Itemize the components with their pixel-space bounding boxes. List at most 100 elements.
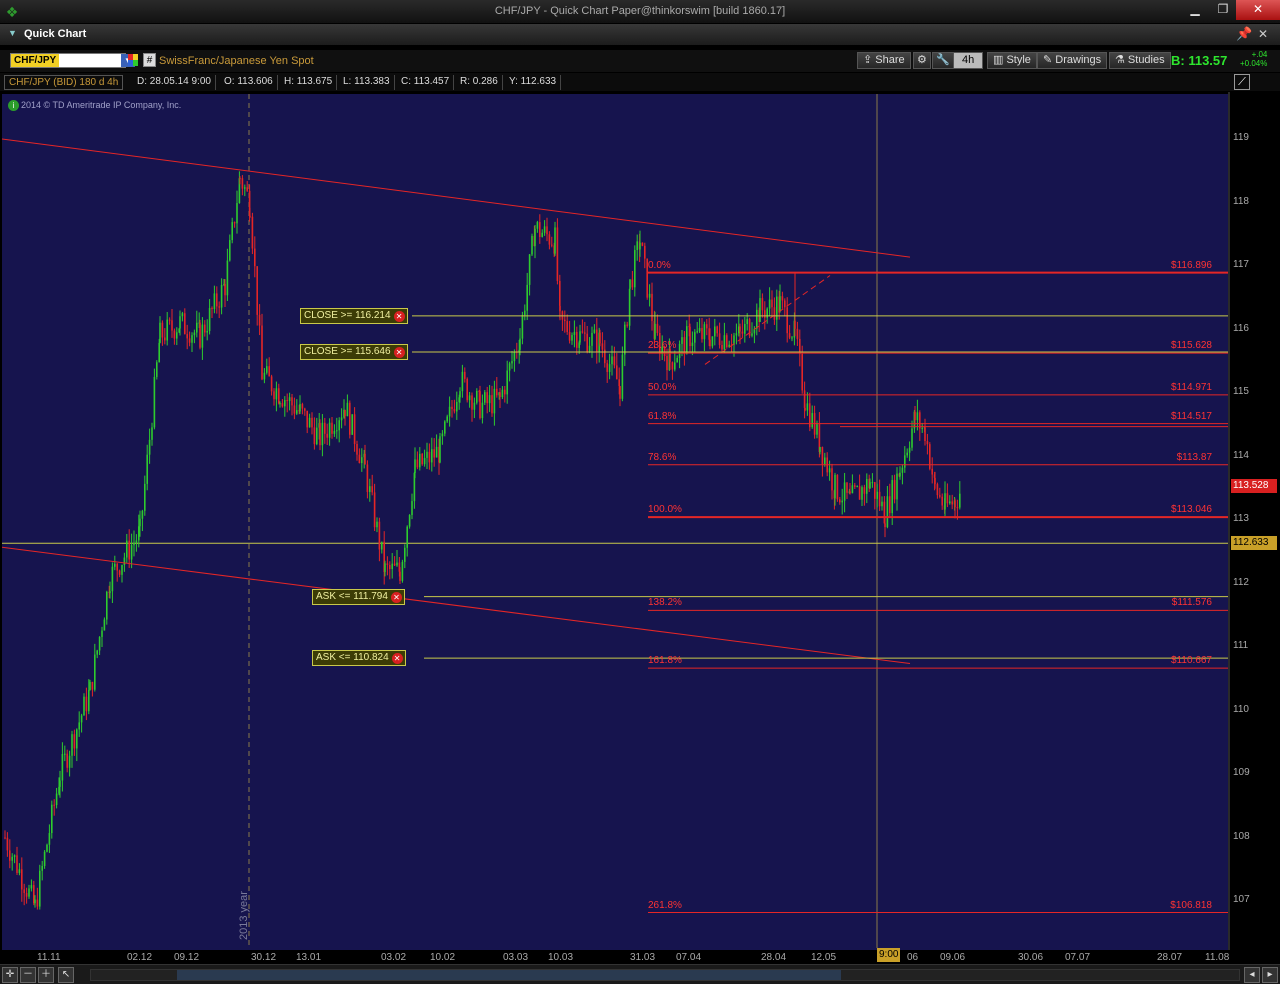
candle-body — [371, 486, 373, 493]
cancel-order-icon[interactable]: ✕ — [391, 653, 403, 665]
candle-body — [934, 477, 936, 485]
candle-body — [356, 443, 358, 455]
candle-body — [709, 339, 711, 347]
fib-level-label: 50.0% — [648, 381, 677, 393]
candle-body — [378, 521, 381, 550]
candle-body — [216, 293, 218, 307]
candle-body — [916, 412, 919, 421]
candle-body — [408, 515, 411, 527]
candle-body — [116, 563, 118, 571]
period-button[interactable]: 4h — [953, 52, 984, 69]
link-color-icon[interactable] — [128, 54, 138, 66]
candle-body — [854, 485, 856, 487]
order-tag[interactable]: CLOSE >= 115.646 ✕ — [300, 343, 408, 360]
drawings-button[interactable]: ✎ Drawings — [1037, 52, 1108, 69]
candle-body — [451, 406, 453, 410]
candle-body — [313, 427, 316, 445]
chart-area[interactable] — [0, 92, 1280, 964]
crosshair-icon[interactable]: ✛ — [2, 967, 18, 983]
cancel-order-icon[interactable]: ✕ — [393, 310, 405, 322]
scrollbar-thumb[interactable] — [177, 970, 841, 980]
candle-body — [906, 452, 908, 456]
candle-body — [71, 734, 73, 756]
candle-body — [641, 242, 644, 246]
candle-body — [96, 650, 98, 655]
scroll-left-icon[interactable]: ◂ — [1244, 967, 1260, 983]
candle-body — [414, 459, 416, 473]
candle-body — [891, 480, 893, 514]
minimize-button[interactable]: ▁ — [1180, 0, 1210, 20]
close-window-button[interactable]: ✕ — [1236, 0, 1280, 20]
chart-info-bar: CHF/JPY (BID) 180 d 4h D: 28.05.14 9:00 … — [0, 73, 1280, 91]
candle-body — [346, 402, 349, 417]
candle-body — [46, 844, 48, 852]
candle-body — [78, 722, 80, 730]
candle-body — [886, 496, 889, 528]
candle-body — [956, 507, 959, 509]
candle-body — [908, 447, 911, 453]
order-tag[interactable]: CLOSE >= 116.214 ✕ — [300, 307, 408, 324]
candle-body — [481, 402, 484, 419]
candle-body — [506, 370, 508, 395]
candle-body — [674, 362, 676, 370]
price-chart[interactable] — [0, 92, 1280, 964]
studies-button[interactable]: ⚗ Studies — [1109, 52, 1171, 69]
candle-body — [784, 300, 786, 308]
candle-body — [13, 855, 16, 857]
candle-body — [554, 227, 556, 254]
candle-body — [428, 451, 431, 463]
candle-body — [576, 331, 578, 348]
share-button[interactable]: ⇪ Share — [857, 52, 911, 69]
collapse-chevron-icon[interactable]: ▼ — [8, 28, 17, 38]
scroll-right-icon[interactable]: ▸ — [1262, 967, 1278, 983]
wrench-icon[interactable]: 🔧 — [932, 52, 954, 69]
cancel-order-icon[interactable]: ✕ — [393, 346, 405, 358]
drawing-tool-icon[interactable]: ⟋ — [1234, 74, 1250, 90]
candle-body — [841, 500, 843, 503]
hash-button[interactable]: # — [143, 53, 156, 67]
zoom-in-icon[interactable]: ＋ — [38, 967, 54, 983]
candle-body — [479, 391, 481, 419]
x-tick-label: 31.03 — [630, 952, 656, 963]
order-tag[interactable]: ASK <= 111.794 ✕ — [312, 588, 405, 605]
candle-body — [231, 222, 233, 241]
cancel-order-icon[interactable]: ✕ — [390, 591, 402, 603]
candle-body — [244, 187, 246, 189]
candle-body — [393, 563, 396, 566]
candle-body — [624, 324, 626, 355]
candle-body — [384, 563, 386, 573]
order-tag[interactable]: ASK <= 110.824 ✕ — [312, 650, 406, 667]
candle-body — [279, 403, 281, 405]
pointer-icon[interactable]: ↖ — [58, 967, 74, 983]
candle-body — [48, 833, 51, 845]
symbol-input[interactable]: CHF/JPY ▼ — [10, 53, 135, 68]
pin-icon[interactable]: 📌 — [1236, 26, 1252, 42]
candle-body — [486, 392, 488, 404]
candle-body — [911, 428, 913, 448]
candle-body — [319, 423, 321, 446]
candle-body — [671, 362, 674, 370]
candle-body — [83, 696, 85, 716]
candle-body — [524, 310, 526, 316]
symbol-value: CHF/JPY — [11, 54, 60, 67]
candle-body — [703, 324, 706, 340]
zoom-out-icon[interactable]: － — [20, 967, 36, 983]
candle-body — [246, 187, 248, 191]
candle-body — [39, 870, 41, 907]
candle-body — [711, 336, 714, 347]
settings-icon[interactable]: ⚙ — [913, 52, 931, 69]
candle-body — [701, 328, 703, 340]
fib-price-label: $113.046 — [1171, 504, 1212, 516]
panel-close-button[interactable]: ✕ — [1258, 27, 1268, 41]
time-scrollbar[interactable] — [90, 969, 1240, 981]
candle-body — [85, 696, 88, 712]
style-button[interactable]: ▥ Style — [987, 52, 1037, 69]
candle-body — [944, 493, 946, 510]
candle-body — [126, 540, 128, 558]
maximize-button[interactable]: ❐ — [1208, 0, 1238, 20]
candle-body — [66, 753, 68, 768]
candle-body — [936, 484, 939, 496]
candle-body — [584, 332, 586, 334]
x-tick-label: 11.11 — [37, 952, 61, 963]
candle-body — [176, 332, 178, 339]
